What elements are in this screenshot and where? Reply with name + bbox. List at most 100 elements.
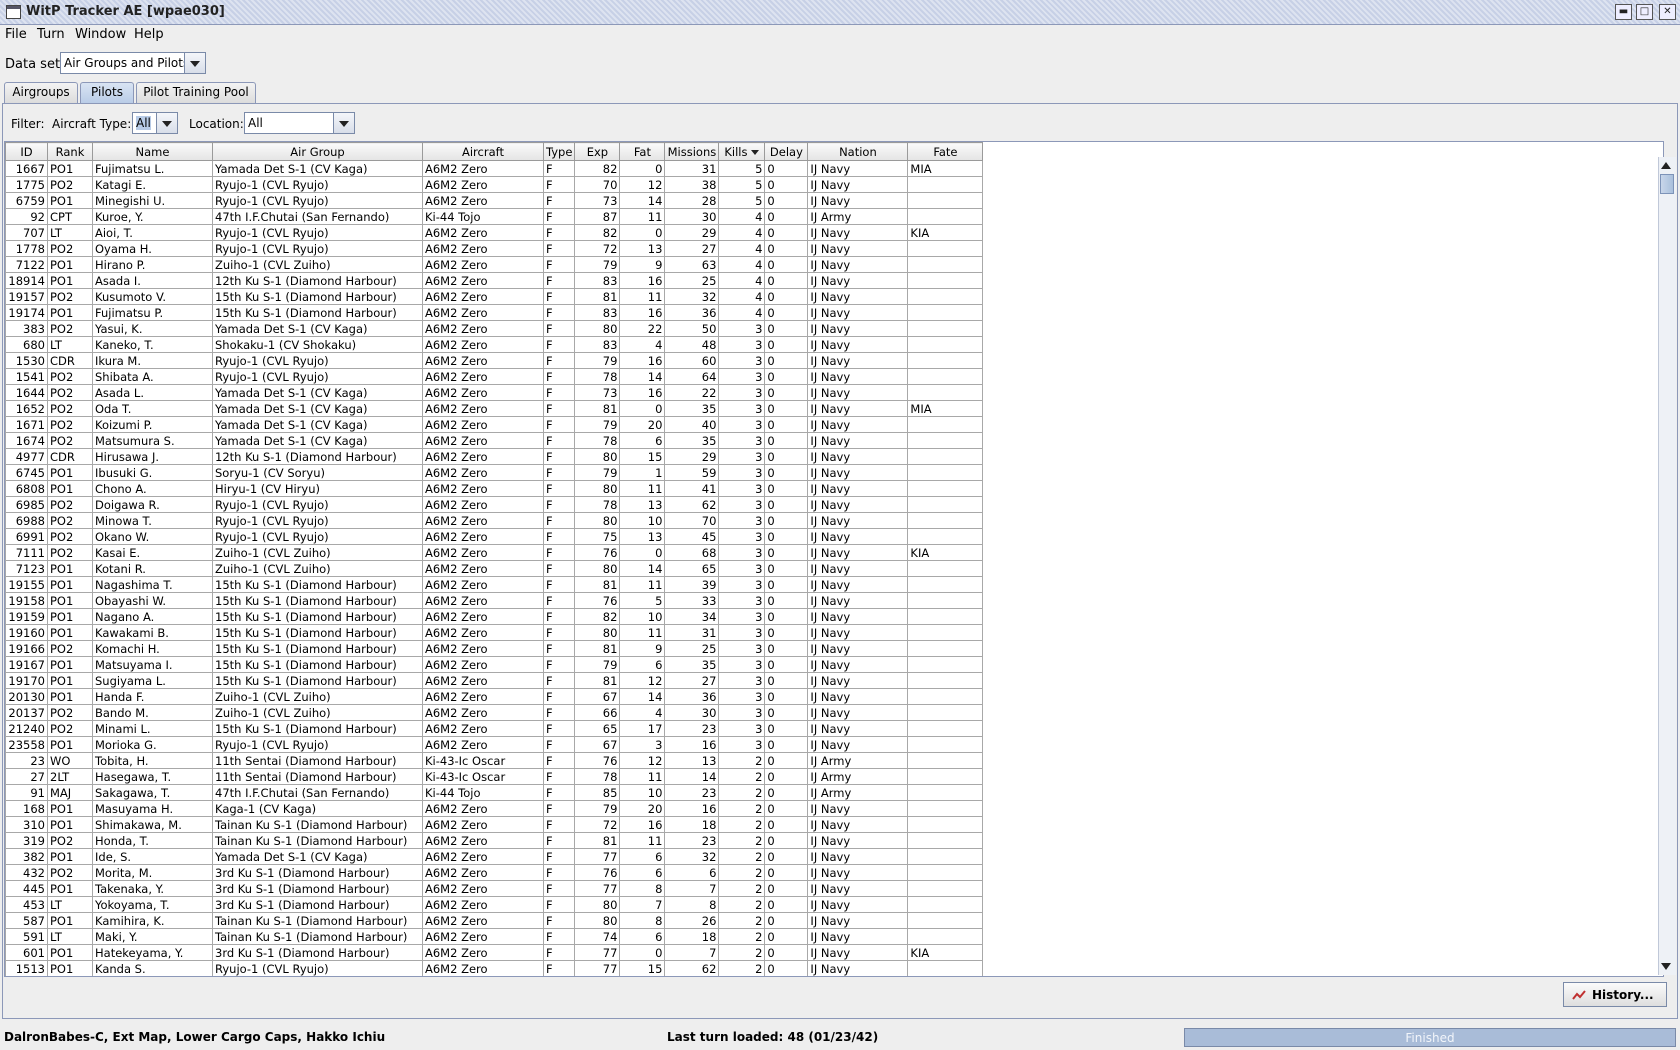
scroll-down-icon[interactable] (1661, 963, 1671, 970)
table-row[interactable]: 1652 PO2 Oda T. Yamada Det S-1 (CV Kaga) A6M… (5, 400, 984, 417)
table-row[interactable]: 27 2LT Hasegawa, T. 11th Sentai (Diamond Ha… (5, 768, 984, 785)
table-row[interactable]: 91 MAJ Sakagawa, T. 47th I.F.Chutai (San Fe… (5, 784, 984, 801)
column-header-air-group[interactable]: Air Group (212, 142, 423, 161)
table-row[interactable]: 19159 PO1 Nagano A. 15th Ku S-1 (Diamond Ha… (5, 608, 984, 625)
menu-help[interactable]: Help (134, 27, 164, 42)
table-row[interactable]: 6808 PO1 Chono A. Hiryu-1 (CV Hiryu) A6M2 Ze… (5, 480, 984, 497)
table-row[interactable]: 19174 PO1 Fujimatsu P. 15th Ku S-1 (Diamond… (5, 304, 984, 321)
table-row[interactable]: 19160 PO1 Kawakami B. 15th Ku S-1 (Diamond … (5, 624, 984, 641)
chevron-down-icon[interactable] (333, 113, 354, 133)
column-header-aircraft[interactable]: Aircraft (422, 142, 544, 161)
table-row[interactable]: 453 LT Yokoyama, T. 3rd Ku S-1 (Diamond Har… (5, 896, 984, 913)
table-row[interactable]: 1671 PO2 Koizumi P. Yamada Det S-1 (CV Kaga… (5, 416, 984, 433)
table-row[interactable]: 19166 PO2 Komachi H. 15th Ku S-1 (Diamond H… (5, 640, 984, 657)
table-row[interactable]: 601 PO1 Hatekeyama, Y. 3rd Ku S-1 (Diamond … (5, 944, 984, 961)
tab-pilot-training-pool[interactable]: Pilot Training Pool (136, 82, 256, 103)
table-row[interactable]: 6988 PO2 Minowa T. Ryujo-1 (CVL Ryujo) A6M2 … (5, 512, 984, 529)
table-row[interactable]: 1674 PO2 Matsumura S. Yamada Det S-1 (CV Ka… (5, 432, 984, 449)
cell-id: 319 (5, 832, 48, 849)
table-row[interactable]: 1778 PO2 Oyama H. Ryujo-1 (CVL Ryujo) A6M2 Z… (5, 240, 984, 257)
table-row[interactable]: 92 CPT Kuroe, Y. 47th I.F.Chutai (San Ferna… (5, 208, 984, 225)
table-row[interactable]: 1513 PO1 Kanda S. Ryujo-1 (CVL Ryujo) A6M2 Z… (5, 960, 984, 976)
table-row[interactable]: 19158 PO1 Obayashi W. 15th Ku S-1 (Diamond … (5, 592, 984, 609)
column-header-exp[interactable]: Exp (574, 142, 621, 161)
cell-rank: PO2 (47, 512, 93, 529)
cell-exp: 80 (574, 896, 621, 913)
dataset-select[interactable]: Air Groups and Pilots (60, 52, 206, 74)
cell-rank: PO2 (47, 288, 93, 305)
chevron-down-icon[interactable] (184, 53, 205, 73)
table-row[interactable]: 6745 PO1 Ibusuki G. Soryu-1 (CV Soryu) A6M2 … (5, 464, 984, 481)
table-row[interactable]: 445 PO1 Takenaka, Y. 3rd Ku S-1 (Diamond Ha… (5, 880, 984, 897)
cell-fate (907, 208, 984, 225)
column-header-kills[interactable]: Kills (718, 142, 766, 161)
table-row[interactable]: 707 LT Aioi, T. Ryujo-1 (CVL Ryujo) A6M2 Zer… (5, 224, 984, 241)
table-row[interactable]: 383 PO2 Yasui, K. Yamada Det S-1 (CV Kaga) A… (5, 320, 984, 337)
cell-type: F (542, 416, 576, 433)
column-header-id[interactable]: ID (5, 142, 48, 161)
table-row[interactable]: 7123 PO1 Kotani R. Zuiho-1 (CVL Zuiho) A6M2 … (5, 560, 984, 577)
tab-airgroups[interactable]: Airgroups (4, 82, 78, 103)
table-row[interactable]: 23558 PO1 Morioka G. Ryujo-1 (CVL Ryujo) A6M… (5, 736, 984, 753)
tab-pilots[interactable]: Pilots (80, 82, 134, 104)
table-row[interactable]: 7122 PO1 Hirano P. Zuiho-1 (CVL Zuiho) A6M2 … (5, 256, 984, 273)
table-row[interactable]: 1667 PO1 Fujimatsu L. Yamada Det S-1 (CV Ka… (5, 160, 984, 177)
location-select[interactable]: All (244, 112, 355, 134)
table-row[interactable]: 6991 PO2 Okano W. Ryujo-1 (CVL Ryujo) A6M2 Z… (5, 528, 984, 545)
table-row[interactable]: 7111 PO2 Kasai E. Zuiho-1 (CVL Zuiho) A6M2 Z… (5, 544, 984, 561)
table-row[interactable]: 680 LT Kaneko, T. Shokaku-1 (CV Shokaku) A6M… (5, 336, 984, 353)
cell-air-group: Yamada Det S-1 (CV Kaga) (212, 384, 423, 401)
close-icon[interactable]: ✕ (1659, 4, 1676, 20)
cell-id: 445 (5, 880, 48, 897)
column-header-missions[interactable]: Missions (664, 142, 720, 161)
table-row[interactable]: 19157 PO2 Kusumoto V. 15th Ku S-1 (Diamond … (5, 288, 984, 305)
cell-nation: IJ Navy (807, 480, 909, 497)
menu-window[interactable]: Window (75, 27, 126, 42)
cell-fate (907, 656, 984, 673)
column-header-nation[interactable]: Nation (807, 142, 909, 161)
table-row[interactable]: 319 PO2 Honda, T. Tainan Ku S-1 (Diamond Ha… (5, 832, 984, 849)
table-row[interactable]: 20137 PO2 Bando M. Zuiho-1 (CVL Zuiho) A6M2 … (5, 704, 984, 721)
table-row[interactable]: 591 LT Maki, Y. Tainan Ku S-1 (Diamond Harb… (5, 928, 984, 945)
table-row[interactable]: 382 PO1 Ide, S. Yamada Det S-1 (CV Kaga) A6M… (5, 848, 984, 865)
aircraft-type-select[interactable]: All (132, 112, 178, 134)
cell-air-group: Ryujo-1 (CVL Ryujo) (212, 224, 423, 241)
table-row[interactable]: 1530 CDR Ikura M. Ryujo-1 (CVL Ryujo) A6M2 Z… (5, 352, 984, 369)
table-row[interactable]: 18914 PO1 Asada I. 12th Ku S-1 (Diamond Har… (5, 272, 984, 289)
table-row[interactable]: 310 PO1 Shimakawa, M. Tainan Ku S-1 (Diamon… (5, 816, 984, 833)
table-row[interactable]: 23 WO Tobita, H. 11th Sentai (Diamond Harbo… (5, 752, 984, 769)
column-header-type[interactable]: Type (542, 142, 576, 161)
history-button[interactable]: History... (1563, 982, 1667, 1007)
cell-type: F (542, 848, 576, 865)
table-row[interactable]: 432 PO2 Morita, M. 3rd Ku S-1 (Diamond Harb… (5, 864, 984, 881)
cell-exp: 78 (574, 432, 621, 449)
table-row[interactable]: 4977 CDR Hirusawa J. 12th Ku S-1 (Diamond H… (5, 448, 984, 465)
menu-file[interactable]: File (5, 27, 27, 42)
table-row[interactable]: 19167 PO1 Matsuyama I. 15th Ku S-1 (Diamond… (5, 656, 984, 673)
table-row[interactable]: 587 PO1 Kamihira, K. Tainan Ku S-1 (Diamond… (5, 912, 984, 929)
table-row[interactable]: 19155 PO1 Nagashima T. 15th Ku S-1 (Diamond… (5, 576, 984, 593)
column-header-fate[interactable]: Fate (907, 142, 984, 161)
table-row[interactable]: 1775 PO2 Katagi E. Ryujo-1 (CVL Ryujo) A6M2 … (5, 176, 984, 193)
column-header-fat[interactable]: Fat (619, 142, 666, 161)
cell-rank: PO1 (47, 592, 93, 609)
menu-turn[interactable]: Turn (37, 27, 65, 42)
chevron-down-icon[interactable] (156, 113, 177, 133)
table-row[interactable]: 1644 PO2 Asada L. Yamada Det S-1 (CV Kaga) A… (5, 384, 984, 401)
table-row[interactable]: 21240 PO2 Minami L. 15th Ku S-1 (Diamond Ha… (5, 720, 984, 737)
table-row[interactable]: 1541 PO2 Shibata A. Ryujo-1 (CVL Ryujo) A6M2… (5, 368, 984, 385)
column-header-delay[interactable]: Delay (764, 142, 809, 161)
scroll-thumb[interactable] (1660, 174, 1674, 194)
vertical-scrollbar[interactable] (1658, 157, 1676, 975)
table-row[interactable]: 20130 PO1 Handa F. Zuiho-1 (CVL Zuiho) A6M2 … (5, 688, 984, 705)
table-row[interactable]: 6759 PO1 Minegishi U. Ryujo-1 (CVL Ryujo) A6… (5, 192, 984, 209)
scroll-up-icon[interactable] (1661, 162, 1671, 169)
cell-exp: 80 (574, 560, 621, 577)
column-header-name[interactable]: Name (92, 142, 213, 161)
table-row[interactable]: 168 PO1 Masuyama H. Kaga-1 (CV Kaga) A6M2 Ze… (5, 800, 984, 817)
table-row[interactable]: 19170 PO1 Sugiyama L. 15th Ku S-1 (Diamond … (5, 672, 984, 689)
table-row[interactable]: 6985 PO2 Doigawa R. Ryujo-1 (CVL Ryujo) A6M2… (5, 496, 984, 513)
minimize-icon[interactable]: ▬ (1615, 4, 1632, 20)
maximize-icon[interactable]: □ (1636, 4, 1653, 20)
column-header-rank[interactable]: Rank (47, 142, 93, 161)
